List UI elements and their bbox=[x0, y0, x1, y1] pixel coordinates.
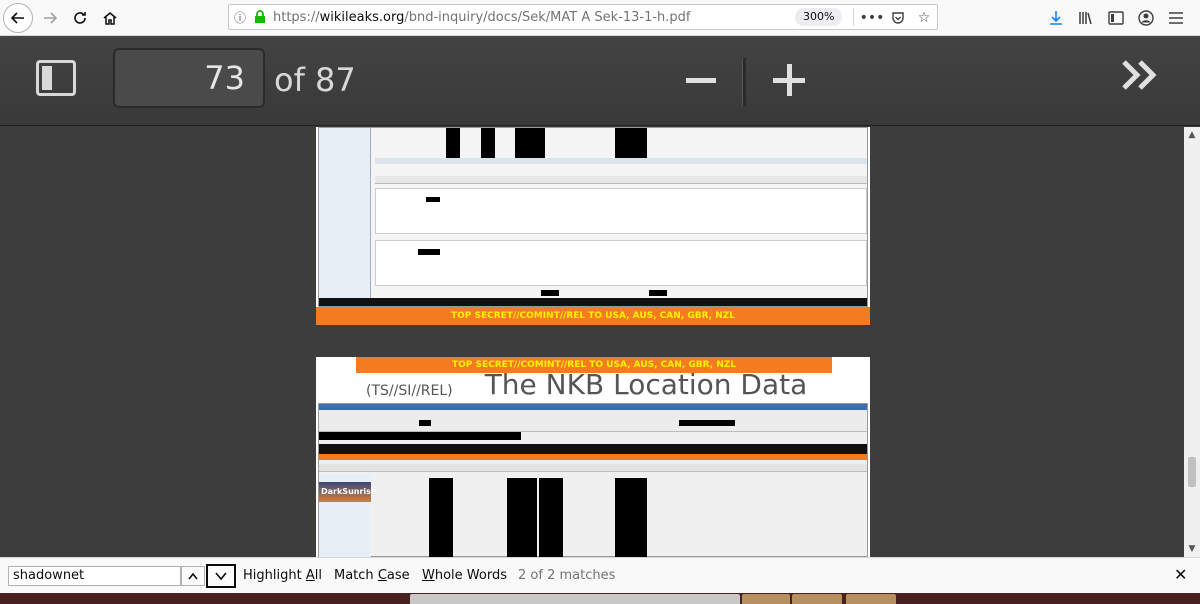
url-bar[interactable]: ⓘ https://wikileaks.org/bnd-inquiry/docs… bbox=[228, 4, 938, 30]
redaction-box bbox=[507, 478, 537, 557]
info-icon[interactable]: ⓘ bbox=[229, 9, 251, 26]
app-header-strip bbox=[319, 444, 867, 454]
find-input[interactable]: shadownet bbox=[8, 566, 181, 586]
taskbar-item[interactable] bbox=[410, 594, 740, 604]
page-actions-icon[interactable]: ••• bbox=[860, 9, 885, 27]
chevron-down-icon bbox=[215, 572, 227, 581]
zoom-level-badge[interactable]: 300% bbox=[795, 8, 843, 26]
sidebar-icon[interactable] bbox=[1106, 8, 1126, 28]
taskbar-item[interactable] bbox=[846, 594, 896, 604]
sidebar-toggle-icon[interactable] bbox=[36, 60, 76, 96]
table-toolbar bbox=[375, 158, 867, 164]
redaction-box bbox=[541, 290, 559, 296]
home-button[interactable] bbox=[96, 4, 124, 32]
lock-icon[interactable] bbox=[251, 8, 269, 26]
redaction-box bbox=[446, 128, 460, 158]
zoom-in-button[interactable] bbox=[770, 60, 810, 100]
redaction-box bbox=[429, 478, 453, 557]
browser-toolbar: ⓘ https://wikileaks.org/bnd-inquiry/docs… bbox=[0, 0, 1200, 36]
close-icon[interactable]: ✕ bbox=[1174, 566, 1187, 584]
redaction-box bbox=[515, 128, 545, 158]
embedded-screenshot bbox=[318, 127, 868, 307]
back-button[interactable] bbox=[3, 3, 33, 33]
app-logo: DarkSunrise bbox=[319, 482, 376, 502]
library-icon[interactable] bbox=[1076, 8, 1096, 28]
slide-classification: (TS//SI//REL) bbox=[366, 383, 453, 399]
desktop-taskbar bbox=[0, 593, 1200, 604]
source-ip-section bbox=[375, 188, 867, 234]
status-strip bbox=[319, 298, 867, 306]
redaction-box bbox=[419, 420, 431, 426]
redaction-box bbox=[426, 197, 440, 202]
account-icon[interactable] bbox=[1136, 8, 1156, 28]
filter-panel bbox=[319, 128, 371, 306]
scrollbar-thumb[interactable] bbox=[1188, 457, 1196, 487]
app-sidebar: DarkSunrise bbox=[319, 474, 376, 557]
zoom-divider bbox=[742, 58, 746, 106]
url-separator bbox=[853, 8, 854, 26]
embedded-screenshot: DarkSunrise bbox=[318, 403, 868, 557]
browser-chrome bbox=[319, 410, 867, 432]
reload-button[interactable] bbox=[66, 4, 94, 32]
zoom-out-button[interactable] bbox=[682, 60, 722, 100]
app-tab-strip bbox=[319, 464, 867, 472]
page-number-input[interactable]: 73 bbox=[113, 48, 265, 108]
page-count-label: of 87 bbox=[274, 61, 356, 99]
pdf-toolbar: 73 of 87 bbox=[0, 36, 1200, 126]
back-arrow-icon bbox=[10, 12, 24, 24]
redaction-box bbox=[481, 128, 495, 158]
redaction-box bbox=[539, 478, 563, 557]
taskbar-item[interactable] bbox=[742, 594, 790, 604]
redaction-box bbox=[679, 420, 735, 426]
find-next-button[interactable] bbox=[206, 564, 236, 588]
url-text[interactable]: https://wikileaks.org/bnd-inquiry/docs/S… bbox=[273, 10, 691, 25]
find-status: 2 of 2 matches bbox=[518, 568, 616, 583]
reload-icon bbox=[74, 12, 86, 24]
pdf-viewer[interactable]: TOP SECRET//COMINT//REL TO USA, AUS, CAN… bbox=[0, 127, 1200, 557]
find-previous-button[interactable] bbox=[181, 566, 205, 586]
tab-strip bbox=[375, 176, 867, 184]
pocket-icon[interactable] bbox=[889, 9, 907, 27]
highlight-all-option[interactable]: Highlight All bbox=[243, 568, 322, 584]
home-icon bbox=[103, 12, 117, 25]
pdf-page: TOP SECRET//COMINT//REL TO USA, AUS, CAN… bbox=[316, 357, 870, 557]
match-case-option[interactable]: Match Case bbox=[334, 568, 410, 584]
tools-chevron-icon[interactable] bbox=[1120, 58, 1170, 102]
downloads-icon[interactable] bbox=[1046, 8, 1066, 28]
bookmark-star-icon[interactable]: ☆ bbox=[915, 9, 933, 27]
classification-banner-footer: TOP SECRET//COMINT//REL TO USA, AUS, CAN… bbox=[316, 307, 870, 325]
redaction-box bbox=[649, 290, 667, 296]
app-logo-text: DarkSunrise bbox=[321, 487, 377, 496]
scroll-up-icon[interactable]: ▲ bbox=[1187, 130, 1197, 140]
redaction-box bbox=[615, 128, 647, 158]
scroll-down-icon[interactable]: ▼ bbox=[1187, 544, 1197, 554]
menu-icon[interactable] bbox=[1166, 8, 1186, 28]
redaction-box bbox=[615, 478, 647, 557]
vertical-scrollbar[interactable]: ▲ ▼ bbox=[1184, 127, 1200, 557]
find-bar: shadownet Highlight All Match Case Whole… bbox=[0, 557, 1200, 593]
taskbar-item[interactable] bbox=[792, 594, 842, 604]
forward-arrow-icon bbox=[44, 12, 58, 24]
app-orange-strip bbox=[319, 454, 867, 460]
chevron-up-icon bbox=[188, 572, 198, 580]
pdf-page: TOP SECRET//COMINT//REL TO USA, AUS, CAN… bbox=[316, 127, 870, 325]
forward-button[interactable] bbox=[36, 4, 64, 32]
whole-words-option[interactable]: Whole Words bbox=[422, 568, 507, 584]
redaction-box bbox=[418, 249, 440, 255]
destination-ip-section bbox=[375, 240, 867, 286]
redaction-box bbox=[319, 432, 521, 440]
